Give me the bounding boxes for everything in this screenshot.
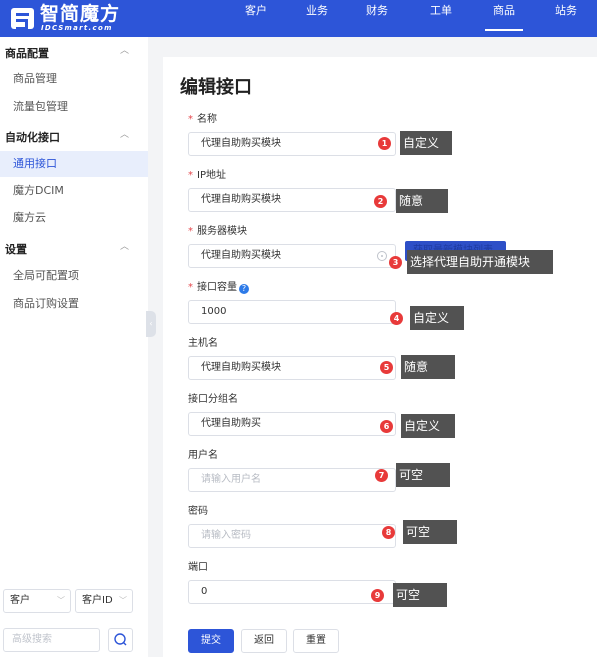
nav-site[interactable]: 站务 (551, 0, 581, 37)
annotation-note-9: 可空 (393, 583, 447, 607)
advanced-search-input[interactable]: 高级搜索 (3, 628, 100, 652)
chevron-up-icon[interactable]: ︿ (120, 46, 130, 56)
capacity-input[interactable]: 1000 (188, 300, 396, 324)
chevron-down-icon: ﹀ (57, 596, 65, 605)
username-input[interactable]: 请输入用户名 (188, 468, 396, 492)
port-input[interactable]: 0 (188, 580, 396, 604)
annotation-badge-9: 9 (371, 589, 384, 602)
group-name-input[interactable]: 代理自助购买 (188, 412, 396, 436)
reset-button[interactable]: 重置 (293, 629, 339, 653)
annotation-note-4: 自定义 (410, 306, 464, 330)
sidebar-group-settings[interactable]: 设置 (5, 241, 27, 257)
required-mark: * (188, 114, 193, 125)
search-type-value: 客户 (10, 595, 30, 606)
brand-domain: IDCSmart.com (41, 24, 113, 32)
nav-customers[interactable]: 客户 (241, 0, 271, 37)
name-input[interactable]: 代理自助购买模块 (188, 132, 396, 156)
sidebar-item-dcim[interactable]: 魔方DCIM (0, 178, 148, 204)
search-button[interactable] (108, 628, 133, 652)
sidebar-item-general-interface[interactable]: 通用接口 (0, 151, 148, 177)
nav-finance[interactable]: 财务 (362, 0, 392, 37)
sidebar-item-global-config[interactable]: 全局可配置项 (0, 263, 148, 289)
chevron-down-icon: ﹀ (119, 596, 127, 605)
annotation-badge-4: 4 (390, 312, 403, 325)
username-label: 用户名 (188, 450, 218, 461)
group-name-label: 接口分组名 (188, 394, 238, 405)
nav-business[interactable]: 业务 (302, 0, 332, 37)
sidebar-item-traffic-package[interactable]: 流量包管理 (0, 94, 148, 120)
sidebar-group-product-config[interactable]: 商品配置 (5, 45, 49, 61)
search-field-value: 客户ID (82, 595, 113, 606)
annotation-note-8: 可空 (403, 520, 457, 544)
chevron-up-icon[interactable]: ︿ (120, 242, 130, 252)
annotation-note-1: 自定义 (400, 131, 452, 155)
annotation-note-3: 选择代理自助开通模块 (407, 250, 553, 274)
nav-tickets[interactable]: 工单 (426, 0, 456, 37)
annotation-note-2: 随意 (396, 189, 448, 213)
annotation-badge-7: 7 (375, 469, 388, 482)
sidebar-item-order-settings[interactable]: 商品订购设置 (0, 291, 148, 317)
annotation-badge-8: 8 (382, 526, 395, 539)
sidebar-item-cloud[interactable]: 魔方云 (0, 205, 148, 231)
search-icon (114, 633, 127, 646)
chevron-up-icon[interactable]: ︿ (120, 130, 130, 140)
submit-button[interactable]: 提交 (188, 629, 234, 653)
server-module-value: 代理自助购买模块 (201, 250, 281, 261)
page-title: 编辑接口 (180, 77, 252, 98)
logo-icon (11, 8, 34, 30)
sidebar: 商品配置 ︿ 商品管理 流量包管理 自动化接口 ︿ 通用接口 魔方DCIM 魔方… (0, 37, 148, 657)
password-input[interactable]: 请输入密码 (188, 524, 396, 548)
search-type-select[interactable]: 客户 ﹀ (3, 589, 71, 613)
sidebar-item-product-management[interactable]: 商品管理 (0, 66, 148, 92)
server-module-select[interactable]: 代理自助购买模块 (188, 244, 396, 268)
brand-name: 智简魔方 (40, 3, 121, 25)
hostname-input[interactable]: 代理自助购买模块 (188, 356, 396, 380)
annotation-note-5: 随意 (401, 355, 455, 379)
annotation-badge-2: 2 (374, 195, 387, 208)
annotation-badge-1: 1 (378, 137, 391, 150)
ip-input[interactable]: 代理自助购买模块 (188, 188, 396, 212)
sidebar-group-automation[interactable]: 自动化接口 (5, 129, 60, 145)
clear-icon[interactable] (377, 251, 387, 261)
annotation-note-7: 可空 (396, 463, 450, 487)
nav-products[interactable]: 商品 (485, 0, 523, 37)
annotation-badge-6: 6 (380, 420, 393, 433)
required-mark: * (188, 226, 193, 237)
name-label: * 名称 (188, 114, 217, 125)
search-field-select[interactable]: 客户ID ﹀ (75, 589, 133, 613)
required-mark: * (188, 170, 193, 181)
port-label: 端口 (188, 562, 208, 573)
sidebar-collapse-handle[interactable]: ‹ (146, 311, 156, 337)
server-module-label: * 服务器模块 (188, 226, 247, 237)
back-button[interactable]: 返回 (241, 629, 287, 653)
required-mark: * (188, 282, 193, 293)
ip-label: * IP地址 (188, 170, 226, 181)
annotation-badge-5: 5 (380, 361, 393, 374)
hostname-label: 主机名 (188, 338, 218, 349)
help-icon[interactable]: ? (239, 284, 249, 294)
annotation-badge-3: 3 (389, 256, 402, 269)
capacity-label: * 接口容量? (188, 282, 249, 294)
password-label: 密码 (188, 506, 208, 517)
top-bar: 智简魔方 IDCSmart.com 客户 业务 财务 工单 商品 站务 (0, 0, 597, 37)
annotation-note-6: 自定义 (401, 414, 455, 438)
brand-logo[interactable]: 智简魔方 IDCSmart.com (8, 3, 148, 34)
